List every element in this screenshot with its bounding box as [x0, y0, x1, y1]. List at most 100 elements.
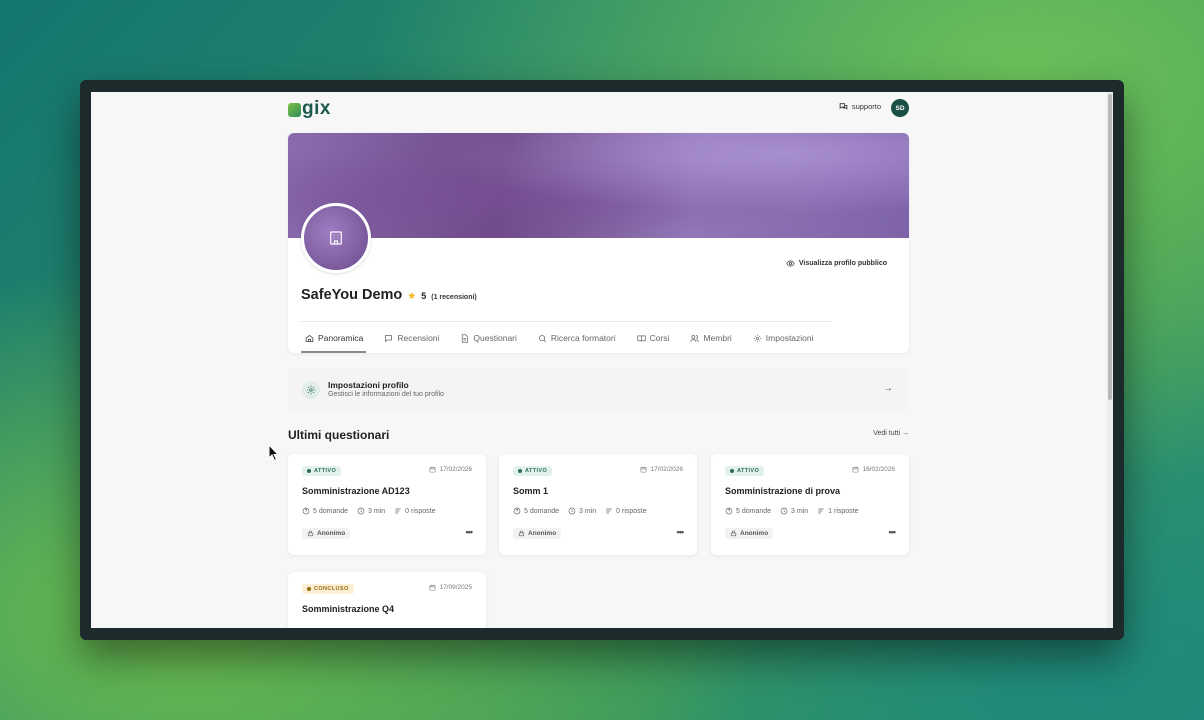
status-badge: ATTIVO [513, 466, 553, 476]
anonymity-tag: Anonimo [725, 528, 774, 539]
help-circle-icon [302, 507, 310, 515]
questions-count: 5 domande [725, 507, 771, 515]
scrollbar-thumb[interactable] [1108, 94, 1112, 400]
help-circle-icon [725, 507, 733, 515]
settings-subtitle: Gestisci le informazioni del tuo profilo [328, 391, 444, 398]
logo-text: gix [302, 98, 331, 119]
tab-questionari[interactable]: Questionari [460, 331, 527, 345]
tab-label: Ricerca formatori [550, 333, 616, 343]
card-meta: 5 domande 3 min 0 risposte [513, 507, 647, 515]
status-label: CONCLUSO [314, 586, 349, 592]
page-content: gix supporto SD Visualizza profilo pubbl… [288, 92, 909, 628]
anonymity-label: Anonimo [740, 530, 769, 537]
home-icon [305, 334, 314, 343]
logo-mark-icon [288, 103, 301, 117]
tab-panoramica[interactable]: Panoramica [305, 331, 374, 345]
status-badge: CONCLUSO [302, 584, 354, 594]
anonymity-label: Anonimo [528, 530, 557, 537]
settings-title: Impostazioni profilo [328, 380, 409, 390]
profile-picture[interactable] [301, 203, 371, 273]
date-label: 16/02/2026 [862, 466, 895, 473]
responses-count: 0 risposte [394, 507, 436, 515]
date-label: 17/09/2025 [439, 584, 472, 591]
see-all-link[interactable]: Vedi tutti → [873, 430, 909, 437]
duration: 3 min [568, 507, 596, 515]
profile-settings-row[interactable]: Impostazioni profilo Gestisci le informa… [288, 368, 909, 412]
tab-label: Impostazioni [765, 333, 814, 343]
list-icon [606, 508, 612, 514]
calendar-icon [852, 466, 859, 473]
questions-count: 5 domande [513, 507, 559, 515]
status-dot-icon [307, 469, 311, 473]
view-public-profile-label: Visualizza profilo pubblico [798, 260, 887, 267]
questionnaire-card[interactable]: ATTIVO 16/02/2026 Somministrazione di pr… [711, 454, 909, 555]
tab-label: Recensioni [397, 333, 440, 343]
status-badge: ATTIVO [725, 466, 765, 476]
card-title: Somm 1 [513, 486, 549, 496]
list-icon [395, 508, 401, 514]
tab-membri[interactable]: Membri [690, 331, 742, 345]
status-dot-icon [518, 469, 522, 473]
help-circle-icon [513, 507, 521, 515]
support-button[interactable]: supporto [839, 102, 881, 111]
user-avatar[interactable]: SD [891, 99, 909, 117]
clock-icon [780, 507, 788, 515]
incognito-icon [307, 530, 314, 537]
app-logo[interactable]: gix [288, 98, 331, 120]
card-meta: 5 domande 3 min 0 risposte [302, 507, 436, 515]
tab-ricerca-formatori[interactable]: Ricerca formatori [538, 331, 627, 345]
tab-corsi[interactable]: Corsi [636, 331, 681, 345]
profile-divider [301, 321, 832, 322]
responses-count: 0 risposte [605, 507, 647, 515]
questionnaire-card[interactable]: CONCLUSO 17/09/2025 Somministrazione Q4 [288, 572, 486, 628]
search-icon [538, 334, 547, 343]
more-options-icon[interactable]: ••• [466, 527, 474, 537]
card-title: Somministrazione AD123 [302, 486, 410, 496]
reviews-count[interactable]: (1 recensioni) [431, 294, 477, 301]
more-options-icon[interactable]: ••• [889, 527, 897, 537]
profile-card: Visualizza profilo pubblico SafeYou Demo… [288, 133, 909, 353]
card-meta: 5 domande 3 min 1 risposte [725, 507, 859, 515]
scrollbar-track[interactable] [1107, 92, 1113, 628]
status-dot-icon [730, 469, 734, 473]
card-date: 16/02/2026 [852, 466, 895, 473]
questions-count: 5 domande [302, 507, 348, 515]
top-header: gix supporto SD [288, 92, 909, 132]
more-options-icon[interactable]: ••• [677, 527, 685, 537]
date-label: 17/02/2026 [650, 466, 683, 473]
profile-name: SafeYou Demo [301, 287, 403, 303]
status-badge: ATTIVO [302, 466, 342, 476]
tab-label: Questionari [473, 333, 517, 343]
calendar-icon [640, 466, 647, 473]
status-label: ATTIVO [314, 468, 337, 474]
chat-bubbles-icon [839, 102, 848, 111]
incognito-icon [730, 530, 737, 537]
responses-count: 1 risposte [817, 507, 859, 515]
incognito-icon [518, 530, 525, 537]
users-icon [690, 334, 700, 343]
arrow-right-icon: → [883, 383, 893, 394]
view-public-profile-link[interactable]: Visualizza profilo pubblico [786, 259, 887, 268]
date-label: 17/02/2026 [439, 466, 472, 473]
clock-icon [568, 507, 576, 515]
support-label: supporto [851, 102, 881, 111]
questionnaire-card[interactable]: ATTIVO 17/02/2026 Somministrazione AD123… [288, 454, 486, 555]
tab-recensioni[interactable]: Recensioni [384, 331, 450, 345]
anonymity-label: Anonimo [317, 530, 346, 537]
book-icon [636, 334, 646, 343]
active-tab-indicator [301, 351, 366, 353]
list-icon [818, 508, 824, 514]
monitor-frame: gix supporto SD Visualizza profilo pubbl… [80, 80, 1124, 640]
card-date: 17/09/2025 [429, 584, 472, 591]
card-date: 17/02/2026 [429, 466, 472, 473]
tab-label: Corsi [649, 333, 670, 343]
questionnaire-card[interactable]: ATTIVO 17/02/2026 Somm 1 5 domande 3 min… [499, 454, 697, 555]
card-title: Somministrazione Q4 [302, 604, 395, 614]
document-icon [460, 333, 469, 343]
star-icon: ★ [407, 291, 417, 302]
duration: 3 min [357, 507, 385, 515]
tab-impostazioni[interactable]: Impostazioni [753, 331, 825, 345]
section-title: Ultimi questionari [288, 428, 390, 442]
tab-label: Panoramica [318, 333, 364, 343]
anonymity-tag: Anonimo [513, 528, 562, 539]
